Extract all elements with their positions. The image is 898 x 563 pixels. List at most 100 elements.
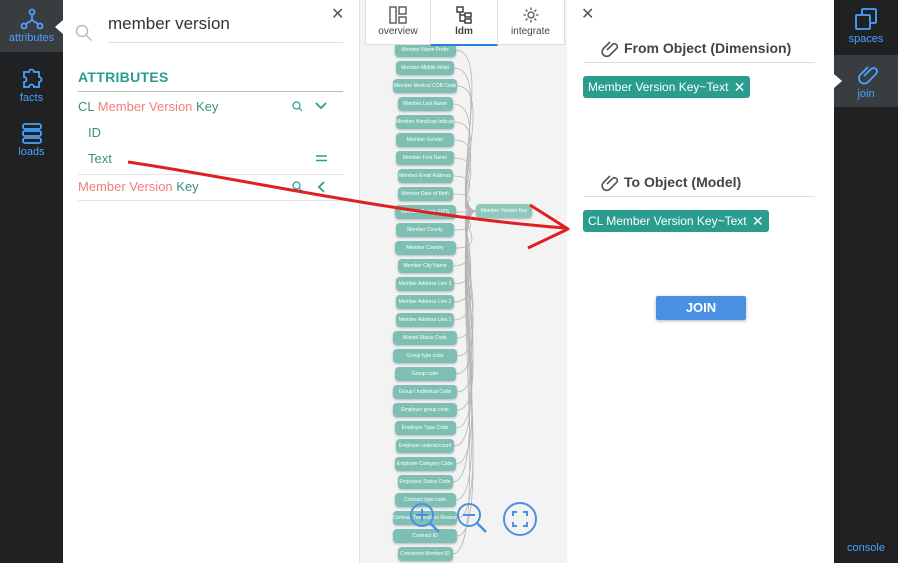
nav-label-attributes: attributes	[8, 32, 55, 44]
left-nav: attributes facts loads	[0, 0, 63, 563]
join-button[interactable]: JOIN	[656, 296, 746, 320]
view-tabs: overview ldm integrate	[365, 0, 565, 46]
diagram-edge	[452, 175, 477, 212]
to-divider	[584, 196, 815, 197]
tab-integrate[interactable]: integrate	[497, 0, 564, 44]
tab-ldm[interactable]: ldm	[430, 0, 498, 46]
tab-overview-label: overview	[378, 26, 418, 37]
nav-attributes[interactable]: attributes	[0, 0, 63, 52]
attribute-label-id[interactable]: ID	[88, 125, 101, 140]
diagram-node[interactable]: Group type code	[393, 349, 457, 363]
search-input[interactable]: member version	[108, 14, 230, 34]
diagram-node[interactable]: Member Country	[394, 241, 456, 255]
diagram-node[interactable]: Employee Status Code	[397, 475, 453, 489]
from-divider	[584, 62, 815, 63]
console-link[interactable]: console	[834, 542, 898, 554]
row-divider	[78, 200, 343, 201]
attribute-row-cl-member-version-key[interactable]: CL Member Version Key	[78, 99, 218, 114]
search-underline	[108, 42, 343, 43]
attribute-label-text[interactable]: Text	[88, 151, 112, 166]
diagram-edge	[453, 121, 477, 212]
tab-ldm-label: ldm	[455, 26, 473, 37]
row-divider	[78, 174, 343, 175]
diagram-node[interactable]: Member Email Address	[397, 169, 453, 183]
nav-join[interactable]: join	[834, 55, 898, 107]
diagram-node[interactable]: Member Address Line 2	[396, 295, 454, 309]
right-nav: spaces join console	[834, 0, 898, 563]
nav-spaces[interactable]: spaces	[834, 0, 898, 52]
tab-integrate-label: integrate	[511, 26, 550, 37]
zoom-out-icon[interactable]	[455, 498, 491, 538]
row-suffix: Key	[192, 99, 219, 114]
zoom-in-icon[interactable]	[408, 498, 444, 538]
remove-chip-icon[interactable]: ✕	[734, 76, 746, 98]
nav-label-facts: facts	[19, 92, 44, 104]
close-search-icon[interactable]: ✕	[331, 4, 344, 24]
row-search-icon[interactable]	[292, 181, 303, 192]
spaces-icon	[855, 8, 877, 30]
fit-screen-icon[interactable]	[502, 501, 538, 537]
diagram-node[interactable]: Group code	[394, 367, 456, 381]
diagram-node[interactable]: Marital Status Code	[393, 331, 457, 345]
diagram-edge	[452, 210, 477, 267]
diagram-node-target[interactable]: Member Version Key	[476, 204, 532, 218]
link-icon	[601, 175, 619, 192]
edge-lines	[452, 49, 477, 555]
puzzle-icon	[22, 68, 42, 88]
chevron-left-icon[interactable]	[317, 181, 325, 193]
row-search-icon[interactable]	[292, 101, 303, 112]
ldm-diagram[interactable]: Member Name Prefix Member Middle Initial M…	[359, 0, 568, 563]
from-object-title: From Object (Dimension)	[624, 40, 792, 56]
link-icon	[601, 41, 619, 58]
diagram-node[interactable]: Employer Type Code	[394, 421, 456, 435]
diagram-node[interactable]: Group / Individual Code	[393, 385, 457, 399]
to-chip-label: CL Member Version Key~Text	[588, 214, 747, 228]
diagram-node[interactable]: Member Middle Initial	[396, 61, 454, 75]
attributes-panel: member version ✕ ATTRIBUTES CL Member Ve…	[63, 0, 359, 563]
attribute-row-member-version-key[interactable]: Member Version Key	[78, 179, 199, 194]
attributes-heading: ATTRIBUTES	[78, 69, 169, 85]
diagram-edge	[452, 193, 477, 212]
remove-chip-icon[interactable]: ✕	[752, 210, 764, 232]
diagram-node[interactable]: Employer Category Code	[394, 457, 456, 471]
attributes-divider	[78, 91, 343, 92]
diagram-node[interactable]: Consistent Member ID	[397, 547, 453, 561]
share-icon	[20, 8, 43, 30]
diagram-node[interactable]: Employer code/account	[396, 439, 454, 453]
diagram-node[interactable]: Member Handicap Indicator	[396, 115, 454, 129]
nav-label-spaces: spaces	[848, 33, 884, 45]
diagram-node[interactable]: Member Last Name	[397, 97, 453, 111]
nav-label-join: join	[857, 88, 875, 100]
search-icon	[75, 24, 93, 42]
gear-icon	[523, 7, 538, 23]
close-join-icon[interactable]: ✕	[581, 4, 594, 24]
diagram-node[interactable]: Member Gender	[396, 133, 454, 147]
diagram-node[interactable]: Member First Name	[396, 151, 454, 165]
to-object-title: To Object (Model)	[624, 174, 742, 190]
overview-icon	[389, 6, 407, 24]
nav-active-pointer	[55, 20, 63, 34]
to-object-chip[interactable]: CL Member Version Key~Text ✕	[583, 210, 769, 232]
nav-loads[interactable]: loads	[0, 114, 63, 166]
chevron-down-icon[interactable]	[315, 102, 327, 110]
row-suffix: Key	[172, 179, 199, 194]
diagram-node[interactable]: Member Address Line 3	[396, 277, 454, 291]
diagram-node[interactable]: Member Date of Birth	[397, 187, 453, 201]
diagram-node[interactable]: Member Address Line 1	[396, 313, 454, 327]
database-icon	[21, 123, 42, 144]
ldm-icon	[456, 6, 472, 24]
diagram-node[interactable]: Member County	[396, 223, 454, 237]
nav-active-pointer	[834, 74, 842, 88]
diagram-node[interactable]: Member County FIPS	[394, 205, 456, 219]
drag-handle-icon[interactable]	[316, 155, 327, 162]
row-highlight: Member Version	[97, 99, 193, 114]
from-chip-label: Member Version Key~Text	[588, 80, 729, 94]
row-highlight: Member Version	[78, 179, 173, 194]
diagram-node[interactable]: Member City Name	[397, 259, 453, 273]
diagram-node[interactable]: Employer group code	[393, 403, 457, 417]
nav-facts[interactable]: facts	[0, 60, 63, 112]
diagram-node[interactable]: Member Medical COB Code	[393, 79, 457, 93]
tab-overview[interactable]: overview	[366, 0, 430, 44]
link-icon	[858, 66, 878, 85]
from-object-chip[interactable]: Member Version Key~Text ✕	[583, 76, 751, 98]
